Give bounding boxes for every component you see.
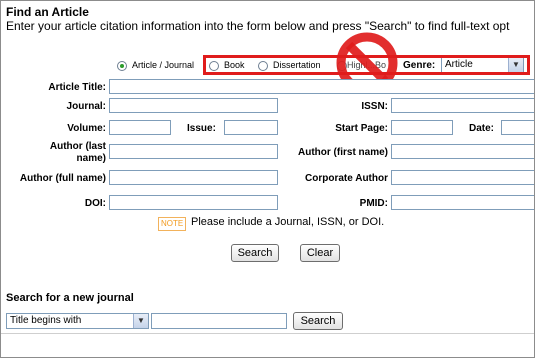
article-title-input[interactable] <box>109 79 534 94</box>
search-button[interactable]: Search <box>231 244 279 262</box>
author-last-input[interactable] <box>109 144 278 159</box>
date-label: Date: <box>469 123 495 134</box>
pmid-input[interactable] <box>391 195 534 210</box>
author-last-label-line1: Author (last <box>49 141 106 152</box>
journal-search-input[interactable] <box>151 313 287 329</box>
note-text: Please include a Journal, ISSN, or DOI. <box>191 216 385 228</box>
journal-label: Journal: <box>66 101 106 112</box>
article-finder-panel: Find an Article Enter your article citat… <box>0 0 535 358</box>
issn-label: ISSN: <box>361 101 388 112</box>
instructions-text: Enter your article citation information … <box>6 19 510 33</box>
radio-article-journal[interactable] <box>117 61 127 71</box>
corporate-author-label: Corporate Author <box>305 173 388 184</box>
journal-search-type-select[interactable]: Title begins with ▼ <box>6 313 149 329</box>
bottom-divider <box>1 333 534 334</box>
journal-input[interactable] <box>109 98 278 113</box>
journal-search-title: Search for a new journal <box>6 292 134 304</box>
doi-label: DOI: <box>84 198 106 209</box>
author-full-input[interactable] <box>109 170 278 185</box>
start-page-input[interactable] <box>391 120 453 135</box>
volume-label: Volume: <box>67 123 106 134</box>
note-badge: NOTE <box>158 217 187 231</box>
volume-input[interactable] <box>109 120 171 135</box>
article-title-label: Article Title: <box>48 82 106 93</box>
pmid-label: PMID: <box>359 198 388 209</box>
author-last-label: Author (last name) <box>1 141 106 165</box>
issue-label: Issue: <box>187 123 216 134</box>
date-input[interactable] <box>501 120 534 135</box>
journal-search-button[interactable]: Search <box>293 312 343 330</box>
issn-input[interactable] <box>391 98 534 113</box>
author-last-label-line2: name) <box>76 153 106 164</box>
page-title: Find an Article <box>6 5 89 19</box>
corporate-author-input[interactable] <box>391 170 534 185</box>
issue-input[interactable] <box>224 120 278 135</box>
journal-search-type-value: Title begins with <box>10 315 82 326</box>
doi-input[interactable] <box>109 195 278 210</box>
clear-button[interactable]: Clear <box>300 244 340 262</box>
author-full-label: Author (full name) <box>19 173 106 184</box>
chevron-down-icon: ▼ <box>133 314 148 328</box>
radio-article-journal-label: Article / Journal <box>132 60 195 70</box>
author-first-label: Author (first name) <box>298 147 388 158</box>
author-first-input[interactable] <box>391 144 534 159</box>
start-page-label: Start Page: <box>335 123 388 134</box>
